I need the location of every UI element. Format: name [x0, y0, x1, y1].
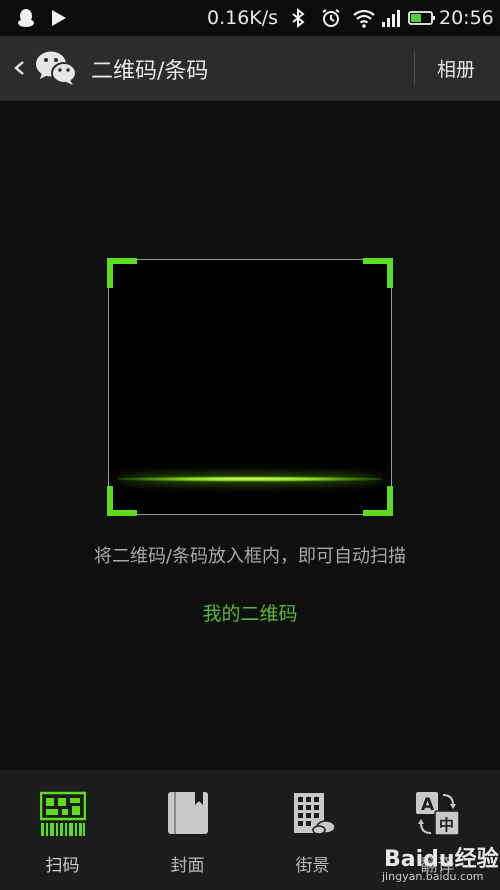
- alarm-icon: [322, 9, 340, 27]
- page-title: 二维码/条码: [91, 59, 209, 84]
- baidu-watermark: Baidu经验 jingyan.baidu.com: [378, 838, 500, 889]
- scan-code-icon: [40, 791, 86, 836]
- street-view-icon: [294, 793, 336, 835]
- svg-text:中: 中: [439, 816, 454, 834]
- back-chevron-icon[interactable]: [10, 53, 30, 83]
- scan-frame-corner: [107, 258, 137, 288]
- header-bar: 二维码/条码 相册: [0, 36, 500, 101]
- watermark-brand: Baidu经验: [384, 847, 499, 872]
- tab-scan-code[interactable]: 扫码: [0, 771, 125, 890]
- tab-street-view[interactable]: 街景: [250, 771, 375, 890]
- wechat-logo-icon: [36, 51, 77, 85]
- watermark-url: jingyan.baidu.com: [382, 870, 484, 883]
- wifi-icon: [353, 9, 375, 28]
- album-button[interactable]: 相册: [437, 55, 475, 82]
- book-cover-icon: [168, 792, 208, 834]
- scan-hint-text: 将二维码/条码放入框内，即可自动扫描: [93, 546, 407, 567]
- tab-label: 封面: [170, 856, 205, 876]
- scanner-area: 将二维码/条码放入框内，即可自动扫描 我的二维码: [0, 101, 500, 769]
- status-bar: 0.16K/s 20:56: [0, 0, 500, 36]
- bluetooth-icon: [292, 8, 305, 28]
- tab-label: 街景: [295, 856, 330, 876]
- qq-icon: [18, 9, 34, 27]
- signal-icon: [382, 10, 400, 27]
- tab-cover[interactable]: 封面: [125, 771, 250, 890]
- network-speed: 0.16K/s: [207, 7, 279, 29]
- scan-frame-corner: [107, 486, 137, 516]
- svg-text:A: A: [421, 795, 435, 815]
- tab-label: 扫码: [45, 856, 80, 876]
- battery-icon: [408, 11, 435, 25]
- scan-frame: [107, 258, 393, 516]
- scan-frame-corner: [363, 486, 393, 516]
- translate-icon: A 中: [416, 792, 460, 836]
- scan-frame-corner: [363, 258, 393, 288]
- scan-line: [117, 476, 383, 482]
- clock: 20:56: [439, 7, 494, 29]
- play-icon: [52, 10, 66, 26]
- header-divider: [414, 51, 415, 85]
- my-qr-code-link[interactable]: 我的二维码: [0, 599, 500, 626]
